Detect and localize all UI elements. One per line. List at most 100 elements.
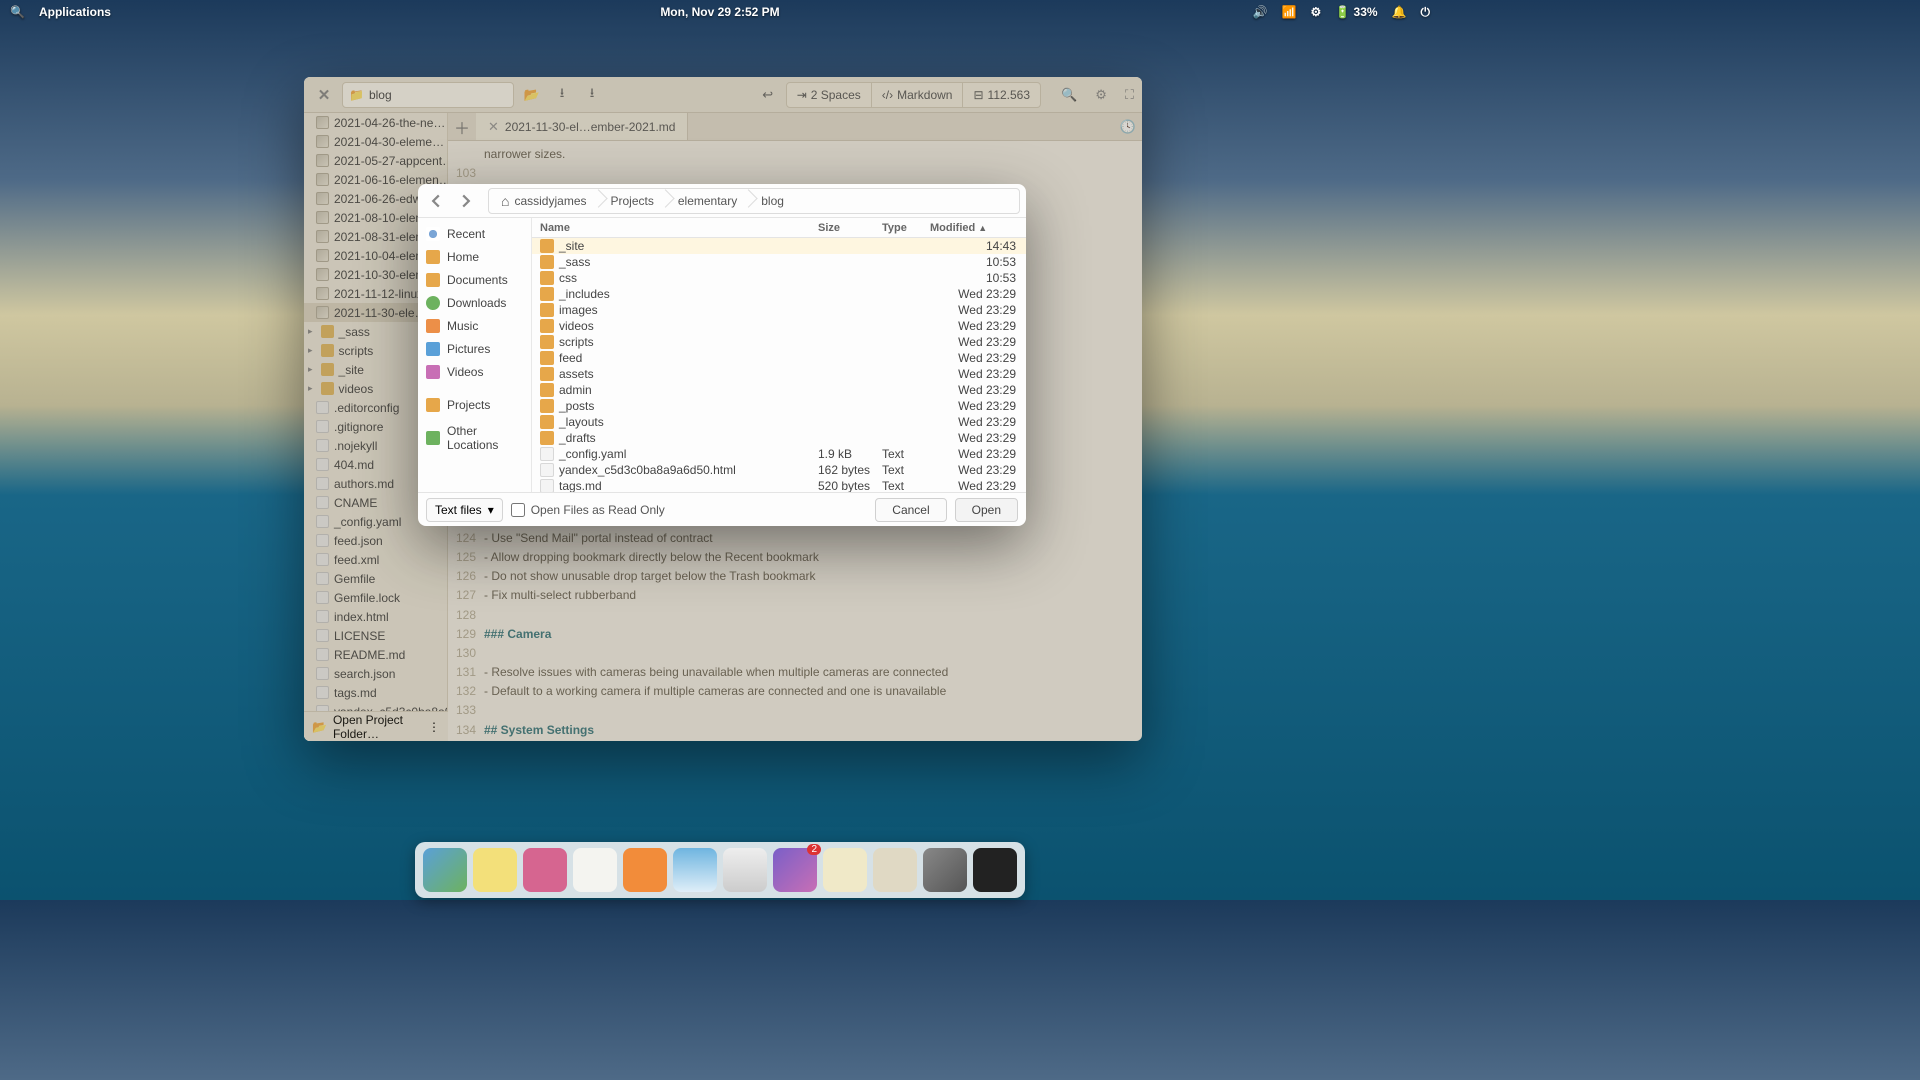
sound-icon[interactable]: 🔊 bbox=[1253, 5, 1268, 19]
nav-forward-button[interactable] bbox=[454, 189, 478, 213]
file-row[interactable]: _includesWed 23:29 bbox=[532, 286, 1026, 302]
file-row[interactable]: yandex_c5d3c0ba8a9a6d50.html162 bytesTex… bbox=[532, 462, 1026, 478]
sidebar-file[interactable]: 2021-05-27-appcent… bbox=[304, 151, 447, 170]
file-row[interactable]: scriptsWed 23:29 bbox=[532, 334, 1026, 350]
settings-icon[interactable]: ⚙ bbox=[1095, 87, 1107, 103]
file-row[interactable]: _sass10:53 bbox=[532, 254, 1026, 270]
place-other-locations[interactable]: Other Locations bbox=[418, 426, 531, 449]
session-icon[interactable]: ⏻ bbox=[1421, 5, 1431, 20]
file-row[interactable]: _layoutsWed 23:29 bbox=[532, 414, 1026, 430]
dock-appcenter[interactable] bbox=[773, 848, 817, 892]
places-sidebar: RecentHomeDocumentsDownloadsMusicPicture… bbox=[418, 218, 532, 492]
battery-indicator[interactable]: 🔋 33% bbox=[1335, 5, 1377, 19]
save-button[interactable]: ⭳ bbox=[550, 83, 574, 107]
breadcrumb-segment[interactable]: Projects bbox=[599, 189, 666, 213]
place-music[interactable]: Music bbox=[418, 314, 531, 337]
language-selector[interactable]: ‹/› Markdown bbox=[872, 82, 964, 108]
cancel-button[interactable]: Cancel bbox=[875, 498, 946, 522]
dock-mail[interactable] bbox=[473, 848, 517, 892]
file-row[interactable]: _postsWed 23:29 bbox=[532, 398, 1026, 414]
line-column-indicator[interactable]: ⊟ 112.563 bbox=[963, 82, 1041, 108]
sidebar-file[interactable]: search.json bbox=[304, 664, 447, 683]
dock bbox=[415, 842, 1025, 898]
sidebar-file[interactable]: 2021-04-30-eleme… bbox=[304, 132, 447, 151]
file-filter-combo[interactable]: Text files ▾ bbox=[426, 498, 503, 522]
file-row[interactable]: _draftsWed 23:29 bbox=[532, 430, 1026, 446]
place-downloads[interactable]: Downloads bbox=[418, 291, 531, 314]
file-list[interactable]: _site14:43_sass10:53css10:53_includesWed… bbox=[532, 238, 1026, 492]
dock-photos[interactable] bbox=[673, 848, 717, 892]
file-row[interactable]: videosWed 23:29 bbox=[532, 318, 1026, 334]
open-folder-button[interactable]: 📂 bbox=[520, 83, 544, 107]
tab-history-icon[interactable]: 🕓 bbox=[1114, 113, 1142, 140]
top-panel: 🔍 Applications Mon, Nov 29 2:52 PM 🔊 📶 ⚙… bbox=[0, 0, 1440, 24]
bluetooth-icon[interactable]: ⚙ bbox=[1310, 5, 1321, 19]
breadcrumb-segment[interactable]: blog bbox=[749, 189, 796, 213]
close-button[interactable]: ✕ bbox=[312, 83, 336, 107]
maximize-icon[interactable]: ⛶ bbox=[1125, 87, 1134, 103]
place-documents[interactable]: Documents bbox=[418, 268, 531, 291]
find-icon[interactable]: 🔍 bbox=[1061, 87, 1077, 103]
status-pills: ⇥ 2 Spaces ‹/› Markdown ⊟ 112.563 bbox=[786, 82, 1041, 108]
open-button[interactable]: Open bbox=[955, 498, 1018, 522]
file-row[interactable]: css10:53 bbox=[532, 270, 1026, 286]
place-videos[interactable]: Videos bbox=[418, 360, 531, 383]
new-tab-button[interactable]: ＋ bbox=[448, 113, 476, 140]
sidebar-footer[interactable]: 📂 Open Project Folder… ⋮ bbox=[304, 711, 448, 741]
dock-music[interactable] bbox=[623, 848, 667, 892]
sidebar-file[interactable]: feed.json bbox=[304, 531, 447, 550]
sidebar-file[interactable]: index.html bbox=[304, 607, 447, 626]
save-all-button[interactable]: ⭳ bbox=[580, 83, 604, 107]
dock-files[interactable] bbox=[873, 848, 917, 892]
file-row[interactable]: assetsWed 23:29 bbox=[532, 366, 1026, 382]
path-breadcrumb[interactable]: cassidyjamesProjectselementaryblog bbox=[488, 188, 1020, 214]
dock-web-browser[interactable] bbox=[423, 848, 467, 892]
sidebar-menu-icon[interactable]: ⋮ bbox=[428, 720, 440, 734]
breadcrumb-segment[interactable]: elementary bbox=[666, 189, 749, 213]
sidebar-file[interactable]: feed.xml bbox=[304, 550, 447, 569]
tab-active[interactable]: ✕ 2021-11-30-el…ember-2021.md bbox=[476, 113, 688, 140]
file-row[interactable]: _site14:43 bbox=[532, 238, 1026, 254]
folder-open-icon: 📂 bbox=[312, 720, 327, 734]
readonly-checkbox[interactable]: Open Files as Read Only bbox=[511, 503, 665, 517]
place-pictures[interactable]: Pictures bbox=[418, 337, 531, 360]
place-home[interactable]: Home bbox=[418, 245, 531, 268]
sidebar-file[interactable]: Gemfile bbox=[304, 569, 447, 588]
notifications-icon[interactable]: 🔔 bbox=[1392, 5, 1407, 19]
revert-button[interactable]: ↩ bbox=[756, 83, 780, 107]
dock-switchboard[interactable] bbox=[723, 848, 767, 892]
sidebar-file[interactable]: tags.md bbox=[304, 683, 447, 702]
dock-tasks[interactable] bbox=[523, 848, 567, 892]
tab-bar: ＋ ✕ 2021-11-30-el…ember-2021.md 🕓 bbox=[448, 113, 1142, 141]
applications-menu[interactable]: Applications bbox=[39, 5, 111, 19]
file-row[interactable]: tags.md520 bytesTextWed 23:29 bbox=[532, 478, 1026, 492]
indent-selector[interactable]: ⇥ 2 Spaces bbox=[786, 82, 872, 108]
file-row[interactable]: imagesWed 23:29 bbox=[532, 302, 1026, 318]
sidebar-file[interactable]: README.md bbox=[304, 645, 447, 664]
window-headerbar: ✕ 📁 blog 📂 ⭳ ⭳ ↩ ⇥ 2 Spaces ‹/› Markdown… bbox=[304, 77, 1142, 113]
chevron-down-icon: ▾ bbox=[488, 503, 494, 517]
folder-icon: 📁 bbox=[349, 88, 364, 102]
file-chooser-dialog: cassidyjamesProjectselementaryblog Recen… bbox=[418, 184, 1026, 526]
search-icon[interactable]: 🔍 bbox=[10, 5, 25, 19]
dock-code[interactable] bbox=[823, 848, 867, 892]
breadcrumb-segment[interactable]: cassidyjames bbox=[489, 189, 599, 213]
sort-asc-icon: ▲ bbox=[978, 223, 987, 233]
wifi-icon[interactable]: 📶 bbox=[1282, 5, 1297, 19]
dock-terminal[interactable] bbox=[973, 848, 1017, 892]
column-headers[interactable]: Name Size Type Modified▲ bbox=[532, 218, 1026, 238]
file-row[interactable]: _config.yaml1.9 kBTextWed 23:29 bbox=[532, 446, 1026, 462]
dock-calendar[interactable] bbox=[573, 848, 617, 892]
file-row[interactable]: feedWed 23:29 bbox=[532, 350, 1026, 366]
sidebar-file[interactable]: 2021-04-26-the-ne… bbox=[304, 113, 447, 132]
sidebar-file[interactable]: LICENSE bbox=[304, 626, 447, 645]
project-search-input[interactable]: 📁 blog bbox=[342, 82, 514, 108]
nav-back-button[interactable] bbox=[424, 189, 448, 213]
place-projects[interactable]: Projects bbox=[418, 393, 531, 416]
file-row[interactable]: adminWed 23:29 bbox=[532, 382, 1026, 398]
dock-settings[interactable] bbox=[923, 848, 967, 892]
panel-clock[interactable]: Mon, Nov 29 2:52 PM bbox=[660, 5, 779, 19]
place-recent[interactable]: Recent bbox=[418, 222, 531, 245]
tab-close-icon[interactable]: ✕ bbox=[488, 119, 499, 135]
sidebar-file[interactable]: Gemfile.lock bbox=[304, 588, 447, 607]
